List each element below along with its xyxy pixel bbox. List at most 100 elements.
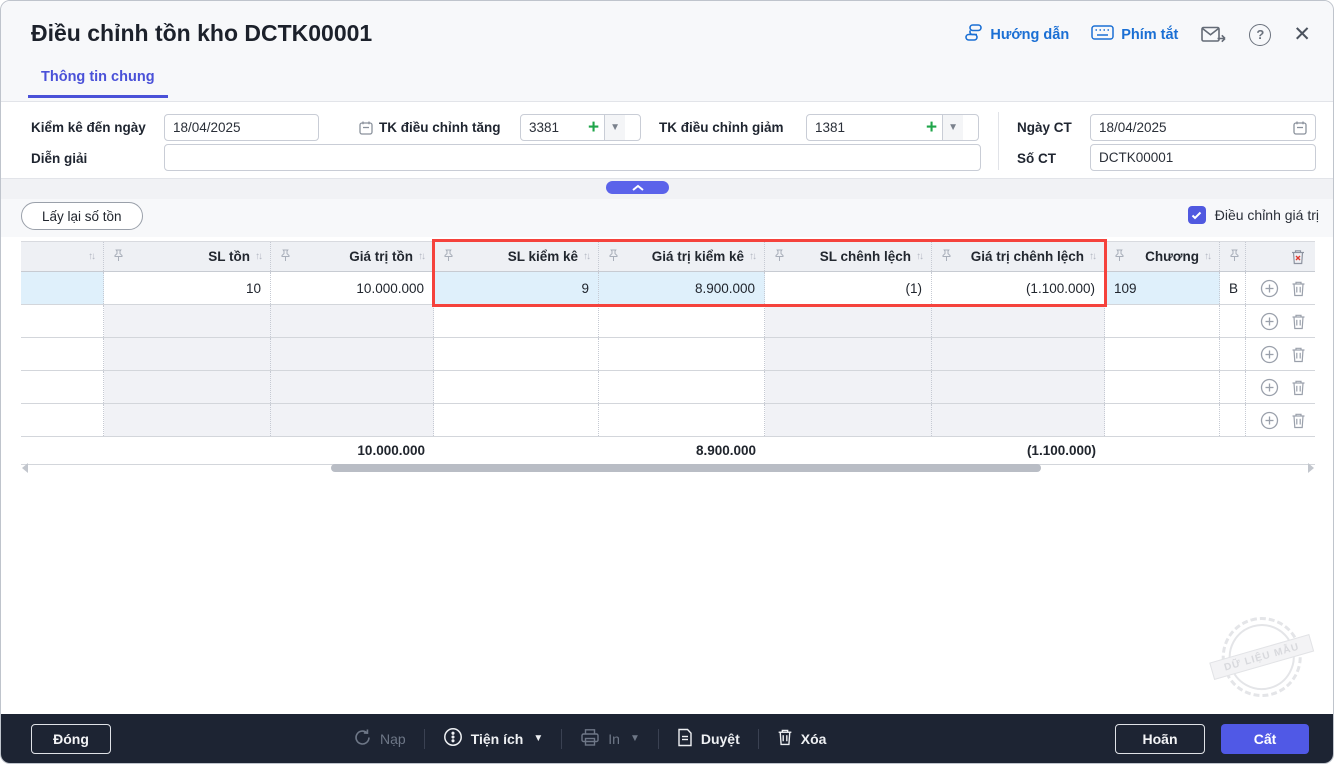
table-row[interactable] [21, 404, 1315, 437]
cell-gia-tri-kiem-ke[interactable]: 8.900.000 [599, 272, 765, 304]
table-row[interactable]: 10 10.000.000 9 8.900.000 (1) (1.100.000… [21, 272, 1315, 305]
decrease-account-field[interactable]: + ▼ [806, 114, 979, 141]
print-button[interactable]: In ▼ [580, 728, 640, 750]
add-row-icon[interactable] [1260, 411, 1279, 430]
pin-icon[interactable] [113, 249, 124, 265]
horizontal-scrollbar[interactable] [21, 463, 1315, 473]
add-account-icon[interactable]: + [921, 118, 942, 137]
cell-gia-tri-kiem-ke[interactable] [599, 371, 765, 403]
delete-row-icon[interactable] [1291, 346, 1306, 363]
pin-icon[interactable] [280, 249, 291, 265]
column-header-gia-tri-ton[interactable]: Giá trị tồn ↑↓ [271, 242, 434, 271]
row-select-cell[interactable] [21, 305, 104, 337]
table-row[interactable] [21, 371, 1315, 404]
row-select-cell[interactable] [21, 272, 104, 304]
pin-icon[interactable] [1114, 249, 1125, 265]
inventory-date-field[interactable] [164, 114, 373, 141]
chevron-down-icon[interactable]: ▼ [604, 115, 626, 140]
cell-chuong[interactable]: 109 [1105, 272, 1220, 304]
sort-icon[interactable]: ↑↓ [1089, 251, 1097, 262]
doc-date-field[interactable] [1090, 114, 1316, 141]
column-header-rowselect[interactable]: ↑↓ [21, 242, 104, 271]
approve-button[interactable]: Duyệt [677, 728, 740, 750]
cell-chuong[interactable] [1105, 404, 1220, 436]
pin-icon[interactable] [774, 249, 785, 265]
inventory-date-input[interactable] [165, 120, 358, 135]
column-header-gia-tri-kiem-ke[interactable]: Giá trị kiểm kê ↑↓ [599, 242, 765, 271]
utilities-button[interactable]: Tiện ích ▼ [443, 727, 543, 750]
increase-account-field[interactable]: + ▼ [520, 114, 641, 141]
row-select-cell[interactable] [21, 371, 104, 403]
cell-gia-tri-chenh-lech: (1.100.000) [932, 272, 1105, 304]
delete-row-icon[interactable] [1291, 280, 1306, 297]
cell-sl-kiem-ke[interactable] [434, 305, 599, 337]
cell-sl-kiem-ke[interactable] [434, 371, 599, 403]
scrollbar-thumb[interactable] [331, 464, 1041, 472]
description-input[interactable] [164, 144, 981, 171]
pin-icon[interactable] [443, 249, 454, 265]
adjust-value-option[interactable]: Điều chỉnh giá trị [1187, 206, 1319, 224]
postpone-button[interactable]: Hoãn [1115, 723, 1205, 754]
cell-gia-tri-kiem-ke[interactable] [599, 305, 765, 337]
shortcuts-link[interactable]: Phím tắt [1091, 25, 1178, 44]
cell-sl-ton [104, 338, 271, 370]
sort-icon[interactable]: ↑↓ [749, 251, 757, 262]
add-account-icon[interactable]: + [583, 118, 604, 137]
column-header-sl-kiem-ke[interactable]: SL kiểm kê ↑↓ [434, 242, 599, 271]
sort-icon[interactable]: ↑↓ [88, 251, 96, 262]
reload-button[interactable]: Nạp [353, 728, 406, 750]
collapse-form-button[interactable] [606, 181, 669, 194]
close-button[interactable]: Đóng [31, 723, 111, 754]
column-header-gia-tri-chenh-lech[interactable]: Giá trị chênh lệch ↑↓ [932, 242, 1105, 271]
delete-row-icon[interactable] [1291, 412, 1306, 429]
increase-account-input[interactable] [521, 120, 583, 135]
column-header-chuong[interactable]: Chương ↑↓ [1105, 242, 1220, 271]
add-row-icon[interactable] [1260, 279, 1279, 298]
column-header-sl-chenh-lech[interactable]: SL chênh lệch ↑↓ [765, 242, 932, 271]
cell-chuong[interactable] [1105, 338, 1220, 370]
chevron-down-icon[interactable]: ▼ [942, 115, 964, 140]
delete-all-rows-icon[interactable] [1290, 248, 1306, 265]
column-header-sl-ton[interactable]: SL tồn ↑↓ [104, 242, 271, 271]
cell-sl-kiem-ke[interactable] [434, 338, 599, 370]
save-button[interactable]: Cất [1221, 723, 1309, 754]
doc-no-input[interactable] [1090, 144, 1316, 171]
doc-date-input[interactable] [1091, 120, 1292, 135]
add-row-icon[interactable] [1260, 312, 1279, 331]
cell-chuong[interactable] [1105, 371, 1220, 403]
close-icon[interactable]: ✕ [1293, 24, 1311, 45]
pin-icon[interactable] [1229, 249, 1240, 265]
cell-sl-kiem-ke[interactable]: 9 [434, 272, 599, 304]
table-row[interactable] [21, 305, 1315, 338]
cell-chuong[interactable] [1105, 305, 1220, 337]
tab-general-info[interactable]: Thông tin chung [28, 69, 168, 98]
guide-link[interactable]: Hướng dẫn [964, 23, 1069, 46]
sort-icon[interactable]: ↑↓ [583, 251, 591, 262]
pin-icon[interactable] [608, 249, 619, 265]
row-select-cell[interactable] [21, 338, 104, 370]
scroll-left-arrow-icon[interactable] [22, 463, 28, 473]
pin-icon[interactable] [941, 249, 952, 265]
decrease-account-input[interactable] [807, 120, 921, 135]
cell-gia-tri-kiem-ke[interactable] [599, 338, 765, 370]
delete-row-icon[interactable] [1291, 379, 1306, 396]
add-row-icon[interactable] [1260, 378, 1279, 397]
calendar-icon[interactable] [1292, 120, 1308, 136]
cell-gia-tri-kiem-ke[interactable] [599, 404, 765, 436]
row-select-cell[interactable] [21, 404, 104, 436]
sort-icon[interactable]: ↑↓ [255, 251, 263, 262]
adjust-value-checkbox[interactable] [1187, 206, 1206, 224]
sort-icon[interactable]: ↑↓ [916, 251, 924, 262]
reload-stock-button[interactable]: Lấy lại số tồn [21, 202, 143, 230]
help-icon[interactable]: ? [1249, 23, 1272, 46]
scroll-right-arrow-icon[interactable] [1308, 463, 1314, 473]
cell-sl-kiem-ke[interactable] [434, 404, 599, 436]
sort-icon[interactable]: ↑↓ [1204, 251, 1212, 262]
add-row-icon[interactable] [1260, 345, 1279, 364]
sort-icon[interactable]: ↑↓ [418, 251, 426, 262]
delete-row-icon[interactable] [1291, 313, 1306, 330]
send-feedback-icon[interactable] [1200, 24, 1227, 46]
calendar-icon[interactable] [358, 120, 374, 136]
table-row[interactable] [21, 338, 1315, 371]
delete-button[interactable]: Xóa [777, 728, 826, 749]
